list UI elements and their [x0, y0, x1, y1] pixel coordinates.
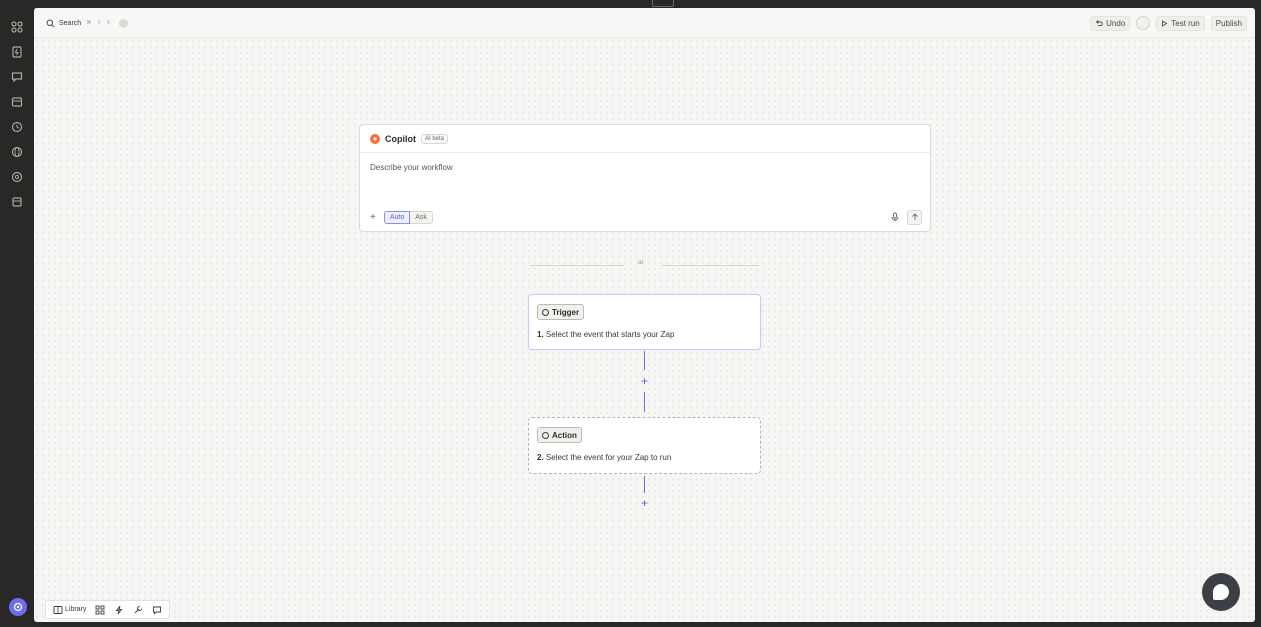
publish-label: Publish [1215, 18, 1242, 28]
step-number: 2. [537, 453, 544, 462]
wrench-icon [135, 605, 143, 613]
zap-button[interactable] [111, 605, 127, 615]
undo-label: Undo [1106, 18, 1126, 28]
add-attachment-icon[interactable]: + [370, 212, 376, 223]
trigger-step-text: 1. Select the event that starts your Zap [537, 330, 674, 339]
action-pill: Action [537, 427, 582, 443]
copilot-title: Copilot [385, 133, 416, 144]
publish-button[interactable]: Publish [1210, 15, 1247, 31]
step-description: Select the event for your Zap to run [545, 453, 672, 462]
workflow-prompt-input[interactable]: Describe your workflow [370, 163, 453, 172]
test-run-label: Test run [1171, 18, 1200, 28]
copilot-footer: + Auto Ask [370, 209, 922, 225]
clock-icon[interactable] [10, 120, 24, 134]
arrow-up-icon [911, 213, 918, 220]
trigger-icon [542, 308, 549, 316]
search-bar[interactable]: Search ⌘ ⇧ F [46, 15, 129, 31]
status-dot-icon [119, 18, 129, 28]
action-icon [542, 431, 549, 439]
undo-button[interactable]: Undo [1090, 15, 1131, 31]
support-chat-button[interactable] [1202, 573, 1240, 611]
divider-line [530, 265, 624, 266]
zap-icon[interactable] [10, 45, 24, 59]
step-connector [644, 351, 645, 370]
tools-button[interactable] [130, 605, 146, 615]
comment-icon [153, 606, 162, 614]
shortcut-hint-icon: ⌘ [86, 20, 92, 26]
step-description: Select the event that starts your Zap [545, 330, 675, 339]
step-number: 1. [537, 330, 544, 339]
send-button[interactable] [907, 209, 922, 225]
archive-icon[interactable] [10, 195, 24, 209]
gear-icon[interactable] [10, 170, 24, 184]
window-notch [652, 0, 674, 7]
search-icon [46, 19, 55, 27]
test-run-button[interactable]: Test run [1156, 15, 1205, 31]
lightning-icon [115, 605, 123, 614]
shortcut-hint-icon: F [107, 20, 111, 26]
mode-ask-toggle[interactable]: Ask [410, 210, 433, 224]
bottom-toolbar: Library [45, 600, 171, 619]
trigger-pill: Trigger [537, 304, 585, 320]
editor-canvas[interactable]: Search ⌘ ⇧ F Undo Test run Publish Copil… [34, 8, 1255, 622]
left-rail [0, 8, 34, 627]
microphone-icon[interactable] [890, 212, 900, 222]
add-step-icon[interactable]: + [639, 497, 650, 509]
or-divider-text: or [638, 260, 644, 266]
shortcut-hint-icon: ⇧ [97, 20, 102, 26]
comments-button[interactable] [149, 605, 165, 615]
assistant-launcher-icon[interactable] [9, 598, 27, 616]
copilot-panel: Copilot AI beta Describe your workflow +… [359, 124, 931, 232]
library-button[interactable]: Library [50, 605, 89, 615]
grid-icon [95, 605, 105, 614]
apps-icon[interactable] [10, 20, 24, 34]
library-label: Library [65, 606, 87, 613]
add-step-icon[interactable]: + [639, 375, 650, 387]
undo-icon [1096, 20, 1103, 27]
copilot-header: Copilot AI beta [360, 125, 930, 153]
trigger-pill-label: Trigger [552, 307, 580, 317]
book-icon [53, 605, 63, 614]
search-label: Search [59, 19, 82, 27]
history-icon[interactable] [1136, 16, 1151, 30]
step-connector [644, 476, 645, 493]
divider-line [662, 265, 759, 266]
action-step-card[interactable]: Action 2. Select the event for your Zap … [528, 417, 761, 474]
globe-icon[interactable] [10, 145, 24, 159]
action-pill-label: Action [552, 430, 577, 440]
play-icon [1162, 19, 1168, 27]
apps-button[interactable] [92, 605, 108, 615]
table-icon[interactable] [10, 95, 24, 109]
action-step-text: 2. Select the event for your Zap to run [537, 453, 671, 462]
copilot-logo-icon [370, 133, 380, 144]
editor-topbar: Search ⌘ ⇧ F Undo Test run Publish [34, 8, 1255, 38]
chat-icon[interactable] [10, 70, 24, 84]
ai-beta-badge: AI beta [421, 133, 449, 144]
step-connector [644, 392, 645, 412]
trigger-step-card[interactable]: Trigger 1. Select the event that starts … [528, 294, 761, 350]
topbar-actions: Undo Test run Publish [1090, 15, 1247, 31]
mode-auto-toggle[interactable]: Auto [383, 210, 411, 224]
chat-bubble-icon [1213, 584, 1229, 600]
window-top-strip [0, 0, 1261, 8]
